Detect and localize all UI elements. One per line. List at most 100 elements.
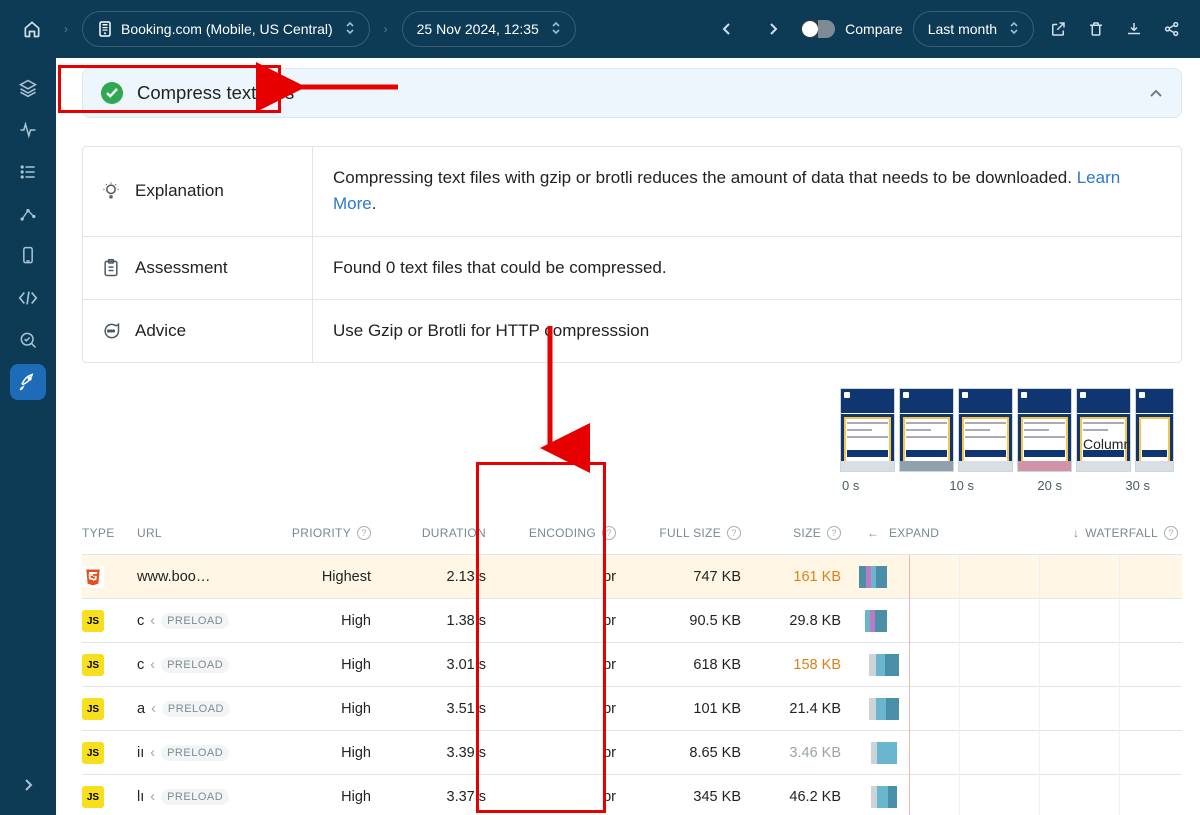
sidebar-item-search[interactable] [10, 322, 46, 358]
compare-toggle[interactable] [801, 20, 835, 38]
sidebar [0, 58, 56, 815]
panel-header[interactable]: Compress text files [82, 68, 1182, 118]
help-icon[interactable]: ? [727, 526, 741, 540]
delete-button[interactable] [1082, 15, 1110, 43]
range-selector-label: Last month [928, 21, 997, 37]
info-label-advice: Advice [83, 300, 313, 362]
duration-cell: 2.13 s [389, 569, 504, 585]
filmstrip-frame[interactable] [1017, 388, 1072, 472]
help-icon[interactable]: ? [1164, 526, 1178, 540]
external-link-button[interactable] [1044, 15, 1072, 43]
help-icon[interactable]: ? [357, 526, 371, 540]
annotation-arrow [288, 72, 403, 105]
table-row[interactable]: JSiı‹PRELOADHigh3.39 sbr8.65 KB3.46 KB [82, 731, 1182, 775]
waterfall-cell[interactable] [859, 599, 1182, 643]
th-waterfall: ← EXPAND ↓ WATERFALL ? [859, 526, 1182, 540]
date-selector[interactable]: 25 Nov 2024, 12:35 [402, 11, 576, 47]
preload-tag: PRELOAD [161, 745, 229, 761]
url-text: iı [137, 745, 144, 761]
sidebar-collapse[interactable] [10, 767, 46, 803]
waterfall-cell[interactable] [859, 643, 1182, 687]
lightbulb-icon [101, 181, 121, 201]
content: Compress text files Explanation Compress… [56, 58, 1200, 815]
panel-title: Compress text files [137, 82, 294, 104]
sidebar-item-performance[interactable] [10, 364, 46, 400]
info-label-explanation: Explanation [83, 147, 313, 236]
clipboard-icon [101, 258, 121, 278]
table-row[interactable]: JSc‹PRELOADHigh1.38 sbr90.5 KB29.8 KB [82, 599, 1182, 643]
th-url[interactable]: URL [137, 526, 279, 540]
th-size[interactable]: SIZE? [759, 526, 859, 540]
share-button[interactable] [1158, 15, 1186, 43]
breadcrumb-separator: › [380, 22, 392, 36]
table-row[interactable]: www.boo…Highest2.13 sbr747 KB161 KB [82, 555, 1182, 599]
full-size-cell: 345 KB [634, 789, 759, 805]
url-text: a [137, 701, 145, 717]
duration-cell: 3.37 s [389, 789, 504, 805]
priority-cell: High [279, 789, 389, 805]
waterfall-cell[interactable] [859, 731, 1182, 775]
sidebar-item-network[interactable] [10, 196, 46, 232]
sidebar-item-list[interactable] [10, 154, 46, 190]
html-icon [82, 566, 104, 588]
table-row[interactable]: JSlı‹PRELOADHigh3.37 sbr345 KB46.2 KB [82, 775, 1182, 815]
date-selector-label: 25 Nov 2024, 12:35 [417, 21, 539, 37]
th-priority[interactable]: PRIORITY? [279, 526, 389, 540]
js-icon: JS [82, 610, 104, 632]
home-button[interactable] [14, 11, 50, 47]
url-text: c [137, 613, 144, 629]
info-label-assessment: Assessment [83, 237, 313, 299]
expand-button[interactable]: ← EXPAND [859, 526, 939, 540]
th-full-size[interactable]: FULL SIZE? [634, 526, 759, 540]
priority-cell: Highest [279, 569, 389, 585]
preload-tag: PRELOAD [161, 789, 229, 805]
preload-tag: PRELOAD [161, 613, 229, 629]
site-selector[interactable]: Booking.com (Mobile, US Central) [82, 11, 370, 47]
help-icon[interactable]: ? [827, 526, 841, 540]
nav-prev-button[interactable] [709, 11, 745, 47]
encoding-cell: br [504, 613, 634, 629]
info-body-assessment: Found 0 text files that could be compres… [313, 237, 1181, 299]
priority-cell: High [279, 701, 389, 717]
full-size-cell: 747 KB [634, 569, 759, 585]
size-cell: 29.8 KB [759, 613, 859, 629]
filmstrip-frame[interactable]: ColumnInfo [1076, 388, 1131, 472]
url-text: c [137, 657, 144, 673]
th-encoding[interactable]: ENCODING? [504, 526, 634, 540]
waterfall-cell[interactable] [859, 775, 1182, 815]
js-icon: JS [82, 786, 104, 808]
chevron-up-icon [1149, 85, 1163, 101]
check-icon [101, 82, 123, 104]
table-row[interactable]: JSa‹PRELOADHigh3.51 sbr101 KB21.4 KB [82, 687, 1182, 731]
sidebar-item-activity[interactable] [10, 112, 46, 148]
sidebar-item-device[interactable] [10, 238, 46, 274]
js-icon: JS [82, 654, 104, 676]
site-selector-label: Booking.com (Mobile, US Central) [121, 21, 333, 37]
filmstrip-frame[interactable] [899, 388, 954, 472]
waterfall-cell[interactable] [859, 687, 1182, 731]
filmstrip-frame[interactable] [840, 388, 895, 472]
range-selector[interactable]: Last month [913, 11, 1034, 47]
encoding-cell: br [504, 657, 634, 673]
download-button[interactable] [1120, 15, 1148, 43]
resources-table: TYPE URL PRIORITY? DURATION ENCODING? FU… [82, 511, 1182, 815]
priority-cell: High [279, 657, 389, 673]
full-size-cell: 8.65 KB [634, 745, 759, 761]
filmstrip-frame[interactable] [958, 388, 1013, 472]
th-duration[interactable]: DURATION [389, 526, 504, 540]
waterfall-cell[interactable] [859, 555, 1182, 599]
duration-cell: 3.51 s [389, 701, 504, 717]
filmstrip-frame[interactable] [1135, 388, 1174, 472]
encoding-cell: br [504, 745, 634, 761]
th-type[interactable]: TYPE [82, 526, 137, 540]
table-row[interactable]: JSc‹PRELOADHigh3.01 sbr618 KB158 KB [82, 643, 1182, 687]
encoding-cell: br [504, 701, 634, 717]
filmstrip: ColumnInfo 0 s 10 s 20 s 30 s [840, 388, 1182, 493]
size-cell: 158 KB [759, 657, 859, 673]
nav-next-button[interactable] [755, 11, 791, 47]
chevron-updown-icon [345, 21, 355, 38]
sidebar-item-code[interactable] [10, 280, 46, 316]
help-icon[interactable]: ? [602, 526, 616, 540]
encoding-cell: br [504, 569, 634, 585]
sidebar-item-layers[interactable] [10, 70, 46, 106]
